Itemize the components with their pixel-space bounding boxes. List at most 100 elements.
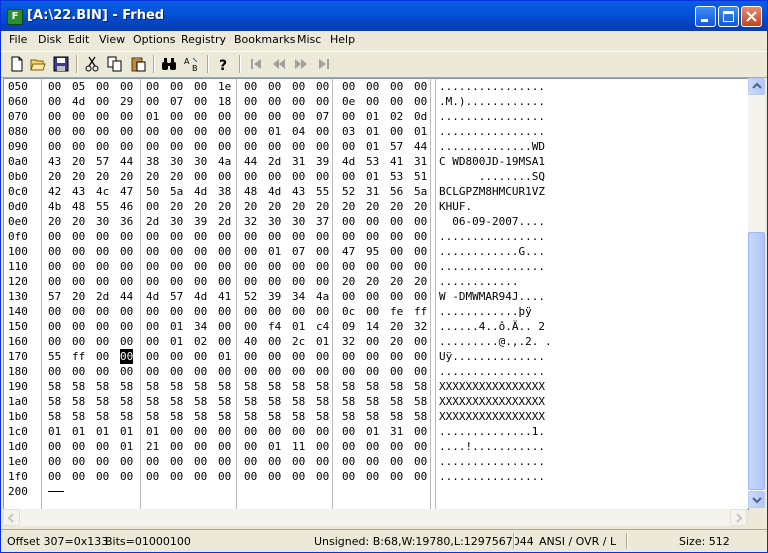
- hex-byte[interactable]: 09: [342, 319, 355, 334]
- hex-byte[interactable]: 01: [120, 424, 133, 439]
- hex-byte[interactable]: 00: [342, 229, 355, 244]
- hex-byte[interactable]: 00: [194, 259, 207, 274]
- hex-row[interactable]: 160 00 00 00 00 00 01 02 00 40 00 2c 01 32 00 20 00.....…: [4, 334, 748, 349]
- hex-byte[interactable]: 01: [268, 244, 281, 259]
- save-disk-icon[interactable]: [53, 56, 69, 72]
- hex-byte[interactable]: 58: [120, 379, 133, 394]
- hex-byte[interactable]: 20: [342, 199, 355, 214]
- hex-byte[interactable]: 58: [268, 379, 281, 394]
- hex-byte[interactable]: 00: [390, 349, 403, 364]
- hex-byte[interactable]: 00: [194, 364, 207, 379]
- hex-byte[interactable]: 00: [414, 214, 427, 229]
- hex-byte[interactable]: 4d: [268, 184, 281, 199]
- hex-byte[interactable]: 55: [48, 349, 61, 364]
- hex-byte[interactable]: 55: [316, 184, 329, 199]
- hex-byte[interactable]: 58: [120, 394, 133, 409]
- hex-byte[interactable]: 00: [316, 469, 329, 484]
- hex-byte[interactable]: f4: [268, 319, 281, 334]
- hex-byte[interactable]: 00: [218, 319, 231, 334]
- hex-byte[interactable]: 20: [72, 214, 85, 229]
- hex-byte[interactable]: 01: [268, 124, 281, 139]
- hex-byte[interactable]: 00: [414, 244, 427, 259]
- menu-help[interactable]: Help: [330, 33, 355, 46]
- hex-byte[interactable]: 00: [342, 289, 355, 304]
- hex-byte[interactable]: 44: [120, 154, 133, 169]
- hex-byte[interactable]: 00: [170, 244, 183, 259]
- ascii-text[interactable]: ................: [439, 259, 545, 274]
- ascii-text[interactable]: ................: [439, 79, 545, 94]
- hex-byte[interactable]: 58: [342, 409, 355, 424]
- hex-byte[interactable]: 00: [414, 79, 427, 94]
- hex-byte[interactable]: 00: [146, 469, 159, 484]
- hex-byte[interactable]: 00: [72, 319, 85, 334]
- hex-byte[interactable]: 00: [218, 169, 231, 184]
- hex-byte[interactable]: 00: [120, 349, 134, 364]
- hex-byte[interactable]: 01: [316, 334, 329, 349]
- ascii-text[interactable]: ............þÿ: [439, 304, 532, 319]
- hex-byte[interactable]: 00: [48, 439, 61, 454]
- hex-byte[interactable]: 00: [268, 349, 281, 364]
- hex-byte[interactable]: 04: [292, 124, 305, 139]
- hex-byte[interactable]: 58: [194, 379, 207, 394]
- hex-byte[interactable]: 2d: [96, 289, 109, 304]
- hex-byte[interactable]: 00: [170, 349, 183, 364]
- hex-byte[interactable]: 00: [268, 169, 281, 184]
- hex-byte[interactable]: ff: [72, 349, 85, 364]
- hex-byte[interactable]: 00: [316, 169, 329, 184]
- hex-byte[interactable]: 00: [316, 274, 329, 289]
- hex-byte[interactable]: 00: [146, 454, 159, 469]
- hex-byte[interactable]: 20: [48, 214, 61, 229]
- hex-byte[interactable]: 00: [316, 94, 329, 109]
- hex-byte[interactable]: 00: [292, 139, 305, 154]
- hex-byte[interactable]: 00: [292, 304, 305, 319]
- hex-byte[interactable]: 00: [292, 424, 305, 439]
- hex-byte[interactable]: 31: [390, 424, 403, 439]
- ascii-text[interactable]: ..............1.: [439, 424, 545, 439]
- hex-row[interactable]: 0a0 43 20 57 44 38 30 30 4a 44 2d 31 39 4d 53 41 31 C WD8…: [4, 154, 748, 169]
- hex-byte[interactable]: 00: [366, 94, 379, 109]
- hex-byte[interactable]: 00: [194, 124, 207, 139]
- hex-byte[interactable]: 00: [96, 469, 109, 484]
- hex-byte[interactable]: 00: [366, 214, 379, 229]
- hex-byte[interactable]: 00: [218, 439, 231, 454]
- hex-byte[interactable]: 00: [120, 244, 133, 259]
- hex-byte[interactable]: 00: [170, 469, 183, 484]
- menu-view[interactable]: View: [99, 33, 125, 46]
- hex-byte[interactable]: 46: [120, 199, 133, 214]
- minimize-button[interactable]: [695, 6, 716, 27]
- hex-byte[interactable]: 00: [194, 454, 207, 469]
- hex-byte[interactable]: 43: [48, 154, 61, 169]
- hex-byte[interactable]: 00: [194, 349, 207, 364]
- hex-byte[interactable]: 39: [268, 289, 281, 304]
- hex-byte[interactable]: 20: [414, 199, 427, 214]
- hex-byte[interactable]: 00: [96, 229, 109, 244]
- hex-byte[interactable]: 00: [292, 454, 305, 469]
- hex-byte[interactable]: 20: [72, 289, 85, 304]
- ascii-text[interactable]: ....!...........: [439, 439, 545, 454]
- hex-byte[interactable]: 00: [96, 439, 109, 454]
- hex-byte[interactable]: 00: [120, 334, 133, 349]
- hex-byte[interactable]: 01: [292, 319, 305, 334]
- hex-byte[interactable]: 00: [96, 124, 109, 139]
- hex-byte[interactable]: 11: [292, 439, 305, 454]
- hex-byte[interactable]: 30: [194, 154, 207, 169]
- hex-byte[interactable]: 00: [366, 229, 379, 244]
- hex-byte[interactable]: 2d: [146, 214, 159, 229]
- hex-byte[interactable]: 20: [316, 199, 329, 214]
- hex-byte[interactable]: 00: [390, 124, 403, 139]
- hex-byte[interactable]: 58: [218, 394, 231, 409]
- next-bookmark-icon[interactable]: [293, 56, 309, 72]
- hex-byte[interactable]: 58: [414, 379, 427, 394]
- hex-byte[interactable]: 01: [146, 424, 159, 439]
- hex-byte[interactable]: 58: [170, 409, 183, 424]
- hex-byte[interactable]: 00: [218, 454, 231, 469]
- hex-byte[interactable]: 00: [292, 94, 305, 109]
- hex-byte[interactable]: 56: [390, 184, 403, 199]
- hex-byte[interactable]: 58: [316, 409, 329, 424]
- hex-byte[interactable]: 00: [292, 259, 305, 274]
- hex-row[interactable]: 150 00 00 00 00 00 01 34 00 00 f4 01 c4 09 14 20 32.....…: [4, 319, 748, 334]
- hex-byte[interactable]: 30: [292, 214, 305, 229]
- hex-byte[interactable]: 00: [390, 289, 403, 304]
- hex-byte[interactable]: 58: [414, 409, 427, 424]
- hex-row[interactable]: 0e0 20 20 30 36 2d 30 39 2d 32 30 30 37 00 00 00 00 06-0…: [4, 214, 748, 229]
